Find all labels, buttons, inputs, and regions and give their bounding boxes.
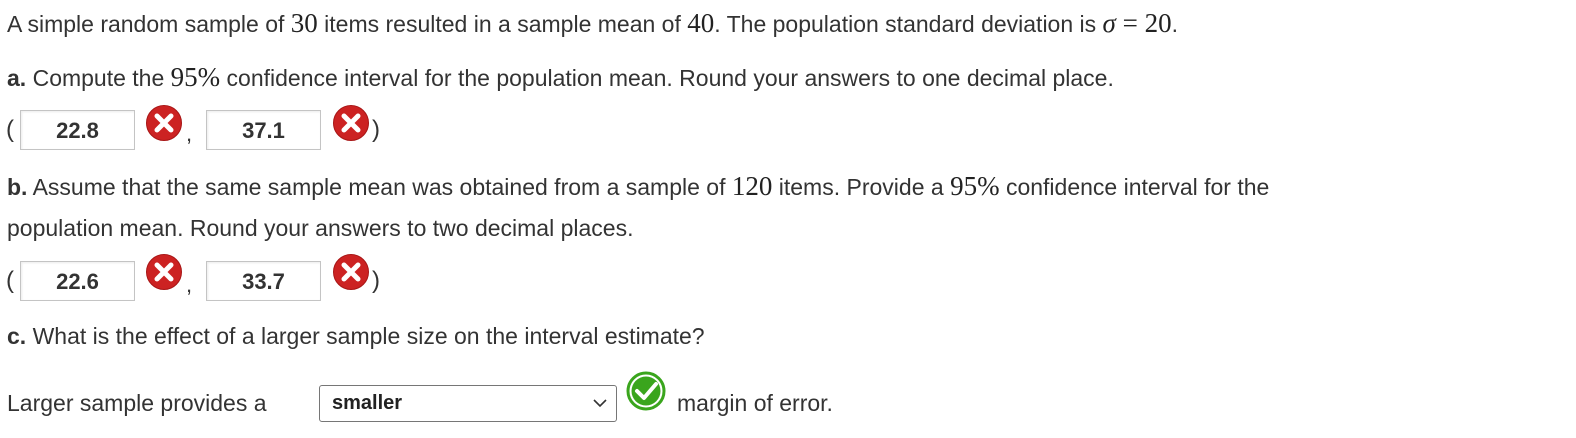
part-a-text-2: confidence interval for the population m… <box>220 65 1114 91</box>
part-b-confidence-level: 95% <box>950 171 1000 201</box>
incorrect-icon <box>146 105 182 141</box>
part-c-prefix: Larger sample provides a <box>7 390 267 416</box>
part-b-label: b. <box>7 174 28 200</box>
question-page: A simple random sample of 30 items resul… <box>0 0 1576 438</box>
part-b-prompt-line-2: population mean. Round your answers to t… <box>7 215 634 241</box>
sigma-symbol: σ <box>1102 8 1116 38</box>
part-b-sample-size: 120 <box>731 171 773 201</box>
intro-text-1: A simple random sample of <box>7 11 291 37</box>
select-value: smaller <box>332 392 403 414</box>
part-b-upper-bound-field[interactable]: 33.7 <box>206 261 321 301</box>
part-a-prompt: a. Compute the 95% confidence interval f… <box>7 62 1114 93</box>
open-paren: ( <box>6 267 14 294</box>
intro-text-2: items resulted in a sample mean of <box>317 11 688 37</box>
equals-sign: = <box>1115 8 1145 38</box>
chevron-down-icon <box>593 399 607 408</box>
part-c-question: What is the effect of a larger sample si… <box>26 323 705 349</box>
margin-of-error-select[interactable]: smaller <box>319 385 617 422</box>
incorrect-icon <box>333 105 369 141</box>
problem-statement: A simple random sample of 30 items resul… <box>7 8 1178 39</box>
open-paren: ( <box>6 116 14 143</box>
sample-size-value: 30 <box>290 8 318 38</box>
part-a-label: a. <box>7 65 27 91</box>
part-a-lower-bound-field[interactable]: 22.8 <box>20 110 135 150</box>
intro-text-3: . The population standard deviation is <box>714 11 1103 37</box>
comma-separator: , <box>186 272 193 297</box>
comma-separator: , <box>186 121 193 146</box>
part-c-suffix: margin of error. <box>677 390 833 416</box>
part-b-text-1: Assume that the same sample mean was obt… <box>27 174 732 200</box>
correct-icon <box>626 371 666 411</box>
part-b-text-3: confidence interval for the <box>999 174 1270 200</box>
part-b-prompt: b. Assume that the same sample mean was … <box>7 171 1269 202</box>
part-b-text-2: items. Provide a <box>772 174 951 200</box>
close-paren: ) <box>372 267 380 294</box>
close-paren: ) <box>372 116 380 143</box>
part-b-lower-bound-field[interactable]: 22.6 <box>20 261 135 301</box>
part-a-answer-row: ( 22.8 , 37.1 ) <box>0 105 420 153</box>
population-sd-value: 20 <box>1144 8 1172 38</box>
incorrect-icon <box>333 254 369 290</box>
part-b-answer-row: ( 22.6 , 33.7 ) <box>0 254 420 304</box>
intro-text-4: . <box>1171 11 1178 37</box>
part-a-text-1: Compute the <box>26 65 171 91</box>
part-a-upper-bound-field[interactable]: 37.1 <box>206 110 321 150</box>
part-c-label: c. <box>7 323 27 349</box>
sample-mean-value: 40 <box>687 8 715 38</box>
part-a-confidence-level: 95% <box>170 62 221 92</box>
part-c-prompt: c. What is the effect of a larger sample… <box>7 321 705 351</box>
incorrect-icon <box>146 254 182 290</box>
